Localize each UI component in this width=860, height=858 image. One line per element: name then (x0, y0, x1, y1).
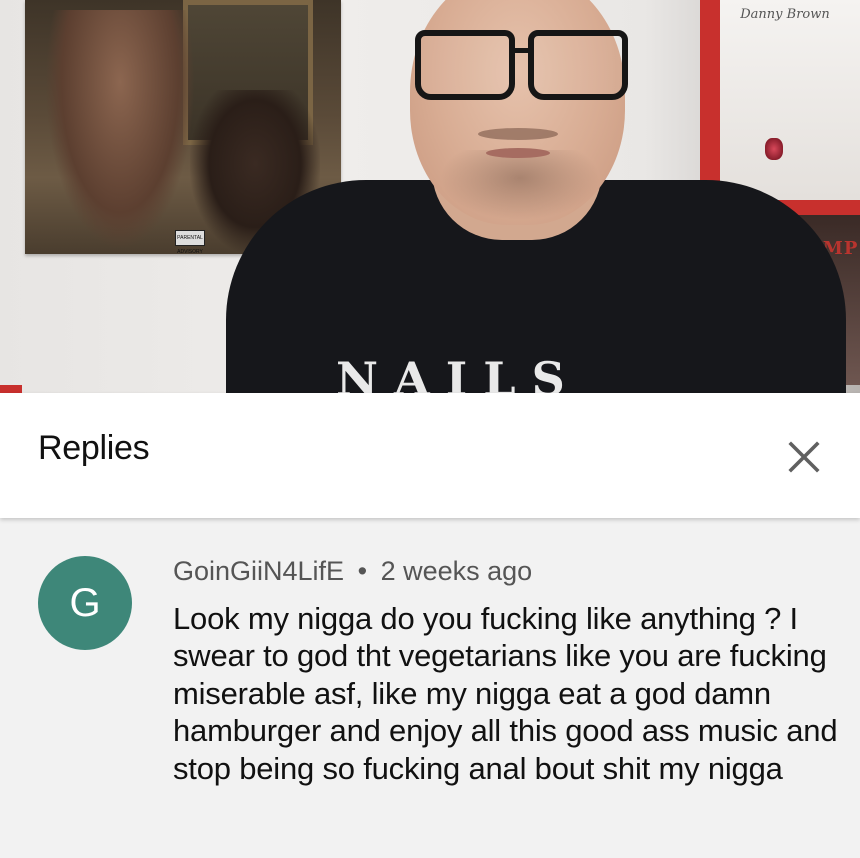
glasses-lens-left (415, 30, 515, 100)
replies-header: Replies (0, 393, 860, 518)
album-cover (720, 0, 860, 200)
album-cover-art (765, 138, 783, 160)
poster-figure (45, 10, 195, 250)
frame-edge (0, 385, 22, 393)
presenter-mouth (486, 148, 550, 158)
avatar[interactable]: G (38, 556, 132, 650)
comment-timestamp[interactable]: 2 weeks ago (381, 556, 533, 586)
comment-meta: GoinGiiN4LifE • 2 weeks ago (173, 556, 532, 587)
album-cover-title: Danny Brown (740, 7, 830, 22)
reply-comment: G GoinGiiN4LifE • 2 weeks ago Look my ni… (0, 518, 860, 858)
parental-advisory-badge: PARENTAL ADVISORY (175, 230, 205, 255)
avatar-letter: G (69, 580, 101, 625)
close-icon (788, 441, 820, 473)
presenter-mustache (478, 128, 558, 140)
presenter-beard (440, 150, 600, 220)
close-button[interactable] (778, 431, 830, 483)
comment-author[interactable]: GoinGiiN4LifE (173, 556, 344, 586)
replies-title: Replies (38, 429, 150, 467)
video-frame[interactable]: PARENTAL ADVISORY Danny Brown RAMP NAILS (0, 0, 860, 393)
meta-separator: • (357, 556, 368, 586)
comment-text: Look my nigga do you fucking like anythi… (173, 601, 838, 786)
shirt-print: NAILS (336, 352, 581, 393)
glasses-lens-right (528, 30, 628, 100)
